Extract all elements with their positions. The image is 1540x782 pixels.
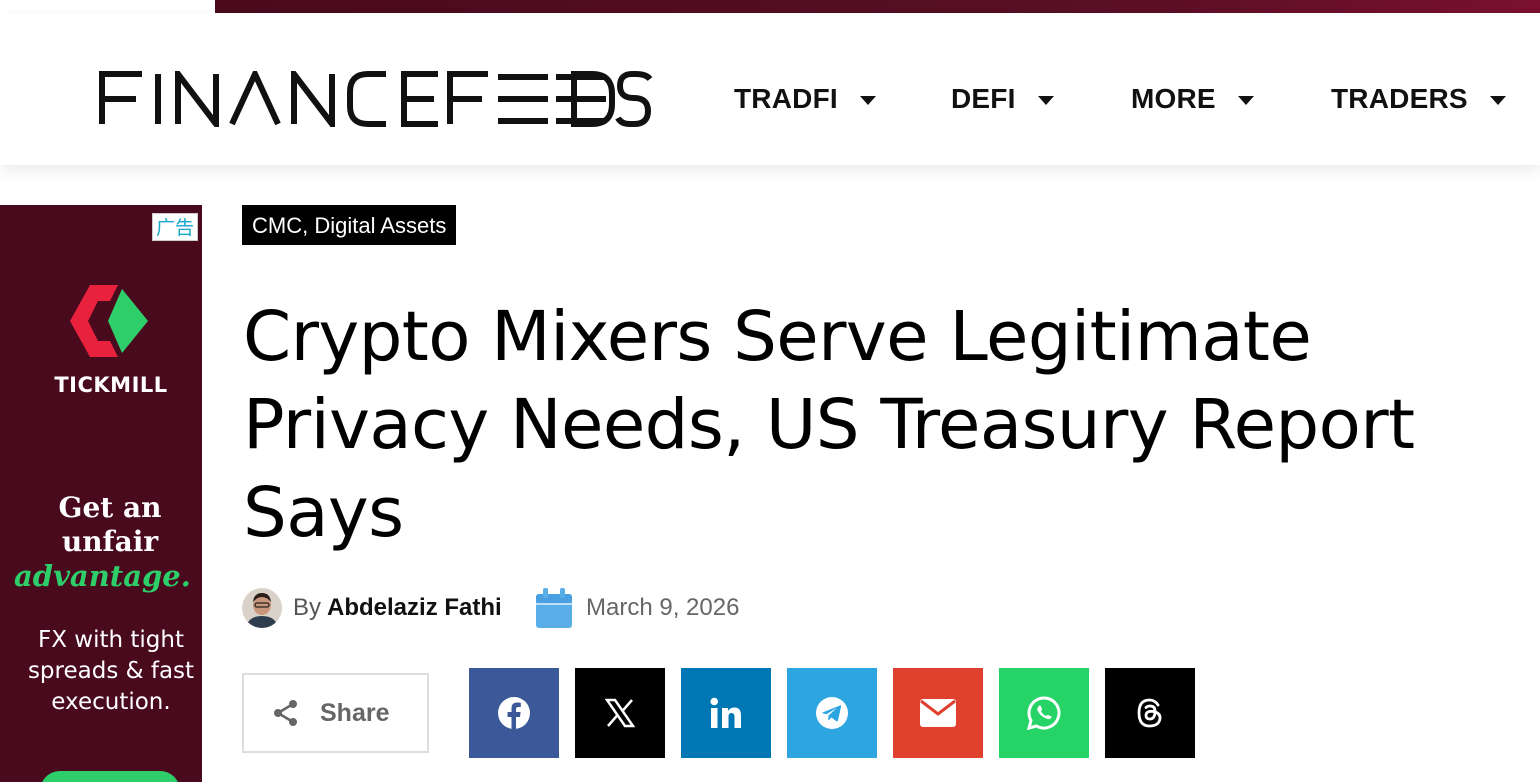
nav-traders[interactable]: TRADERS [1331, 83, 1506, 115]
ad-subtext-line3: execution. [51, 689, 171, 715]
top-accent-bar [215, 0, 1540, 13]
article-title-line1: Crypto Mixers Serve Legitimate [243, 297, 1312, 377]
article-title: Crypto Mixers Serve Legitimate Privacy N… [243, 293, 1523, 557]
nav-defi[interactable]: DEFI [951, 83, 1054, 115]
share-facebook-button[interactable] [469, 668, 559, 758]
whatsapp-icon [1027, 696, 1061, 730]
category-tag[interactable]: CMC, Digital Assets [242, 205, 457, 245]
share-button[interactable]: Share [242, 673, 429, 753]
date-group: March 9, 2026 [242, 588, 842, 628]
facebook-icon [498, 697, 530, 730]
nav-tradfi[interactable]: TRADFI [734, 83, 876, 115]
sidebar-ad[interactable]: 广告 TICKMILL Get an unfair advantage. FX … [0, 205, 202, 782]
nav-more[interactable]: MORE [1131, 83, 1254, 115]
threads-icon [1137, 698, 1162, 728]
nav-traders-label: TRADERS [1331, 83, 1468, 114]
chevron-down-icon [1489, 95, 1506, 105]
ad-subtext-line1: FX with tight [37, 627, 184, 653]
ad-cta-button[interactable] [40, 771, 180, 782]
ad-headline-line1: Get an [58, 491, 162, 524]
email-icon [920, 699, 956, 727]
article-title-line3: Says [243, 473, 404, 553]
chevron-down-icon [1237, 95, 1254, 105]
chevron-down-icon [859, 95, 876, 105]
linkedin-icon [710, 697, 741, 728]
share-whatsapp-button[interactable] [999, 668, 1089, 758]
nav-tradfi-label: TRADFI [734, 83, 838, 114]
chevron-down-icon [1037, 95, 1054, 105]
site-header: DS TRADFI DEFI MORE TRADERS [0, 13, 1540, 165]
ad-headline-accent: advantage. [14, 559, 191, 593]
share-linkedin-button[interactable] [681, 668, 771, 758]
telegram-icon [816, 697, 848, 729]
ad-subtext-line2: spreads & fast [27, 658, 195, 684]
nav-defi-label: DEFI [951, 83, 1016, 114]
share-icon [274, 700, 297, 726]
ad-brand: TICKMILL [54, 373, 168, 397]
share-x-button[interactable] [575, 668, 665, 758]
site-logo[interactable]: DS [98, 71, 653, 127]
x-icon [605, 698, 635, 728]
article-title-line2: Privacy Needs, US Treasury Report [243, 385, 1415, 465]
ad-label[interactable]: 广告 [152, 213, 198, 241]
share-label: Share [320, 698, 390, 727]
ad-headline-line2: unfair [61, 525, 159, 558]
nav-more-label: MORE [1131, 83, 1216, 114]
calendar-icon [536, 588, 572, 628]
share-telegram-button[interactable] [787, 668, 877, 758]
publish-date: March 9, 2026 [586, 594, 740, 621]
share-threads-button[interactable] [1105, 668, 1195, 758]
tickmill-logo-icon [70, 285, 148, 357]
share-email-button[interactable] [893, 668, 983, 758]
